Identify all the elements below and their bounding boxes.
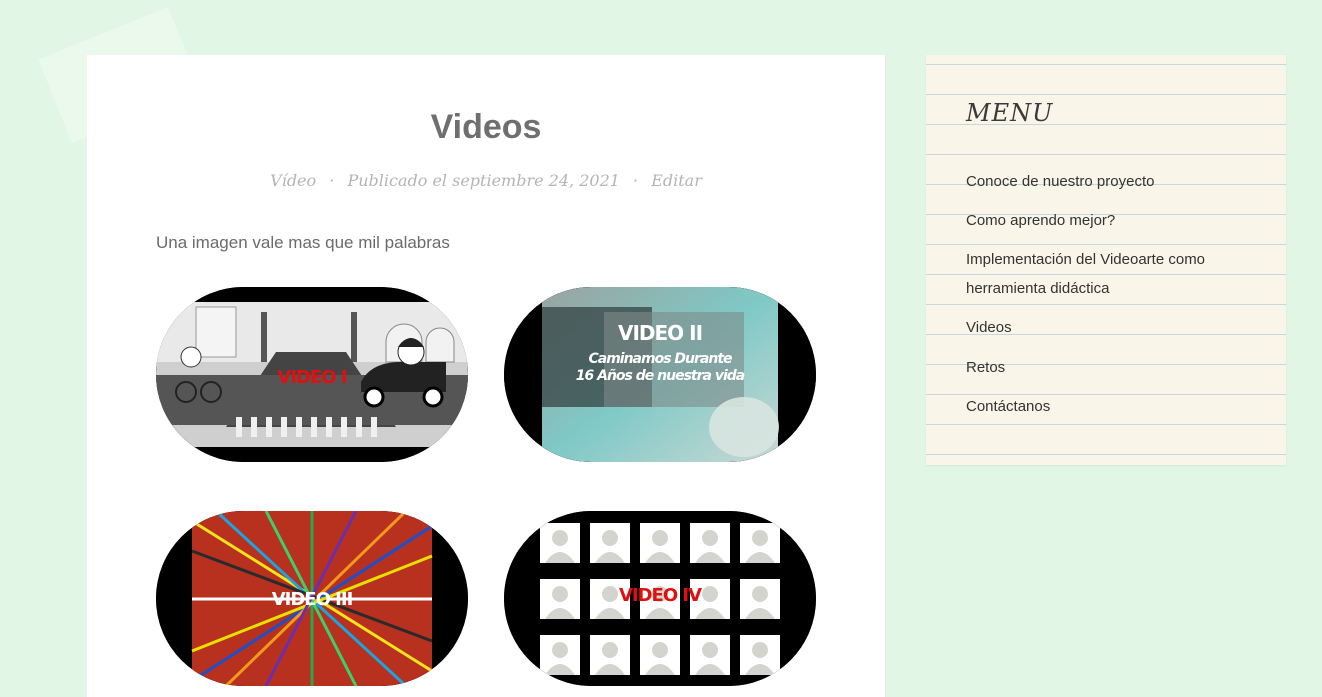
menu-item-como-aprendo[interactable]: Como aprendo mejor? [966,206,1246,235]
video-thumbnail-3[interactable]: VIDEO III [156,511,468,686]
video-thumbnail-2[interactable]: VIDEO II Caminamos Durante 16 Años de nu… [504,287,816,462]
avatar-icon [652,642,668,658]
avatar-icon [752,642,768,658]
publish-date: Publicado el septiembre 24, 2021 [347,171,620,190]
avatar-icon [702,530,718,546]
main-content: Videos Vídeo · Publicado el septiembre 2… [87,55,886,697]
video-thumbnail-4[interactable]: VIDEO IV [504,511,816,686]
meta-separator: · [329,171,335,190]
avatar-icon [602,530,618,546]
edit-link[interactable]: Editar [651,171,702,190]
menu-item-contactanos[interactable]: Contáctanos [966,392,1246,421]
video-title: VIDEO II [617,321,703,345]
avatar-icon [552,530,568,546]
menu-item-videos[interactable]: Videos [966,313,1246,342]
avatar-icon [652,530,668,546]
menu-item-implementacion[interactable]: Implementación del Videoarte como herram… [966,245,1246,303]
video-title: VIDEO I [277,367,347,388]
sidebar-title: MENU [966,99,1054,127]
sidebar: MENU Conoce de nuestro proyecto Como apr… [926,55,1286,465]
video-title: VIDEO III [271,589,354,610]
video-thumbnail-1[interactable]: VIDEO I [156,287,468,462]
avatar-icon [752,530,768,546]
intro-text: Una imagen vale mas que mil palabras [156,233,450,252]
video-subtitle-line-1: Caminamos Durante [588,351,732,367]
avatar-icon [552,642,568,658]
meta-separator: · [633,171,639,190]
video-title: VIDEO IV [618,585,702,606]
page-title: Videos [430,108,542,146]
video-subtitle-line-2: 16 Años de nuestra vida [575,368,745,384]
post-meta: Vídeo · Publicado el septiembre 24, 2021… [87,171,885,190]
menu-item-retos[interactable]: Retos [966,353,1246,382]
avatar-icon [602,642,618,658]
avatar-icon [702,642,718,658]
menu-item-proyecto[interactable]: Conoce de nuestro proyecto [966,167,1246,196]
category-link[interactable]: Vídeo [270,171,316,190]
